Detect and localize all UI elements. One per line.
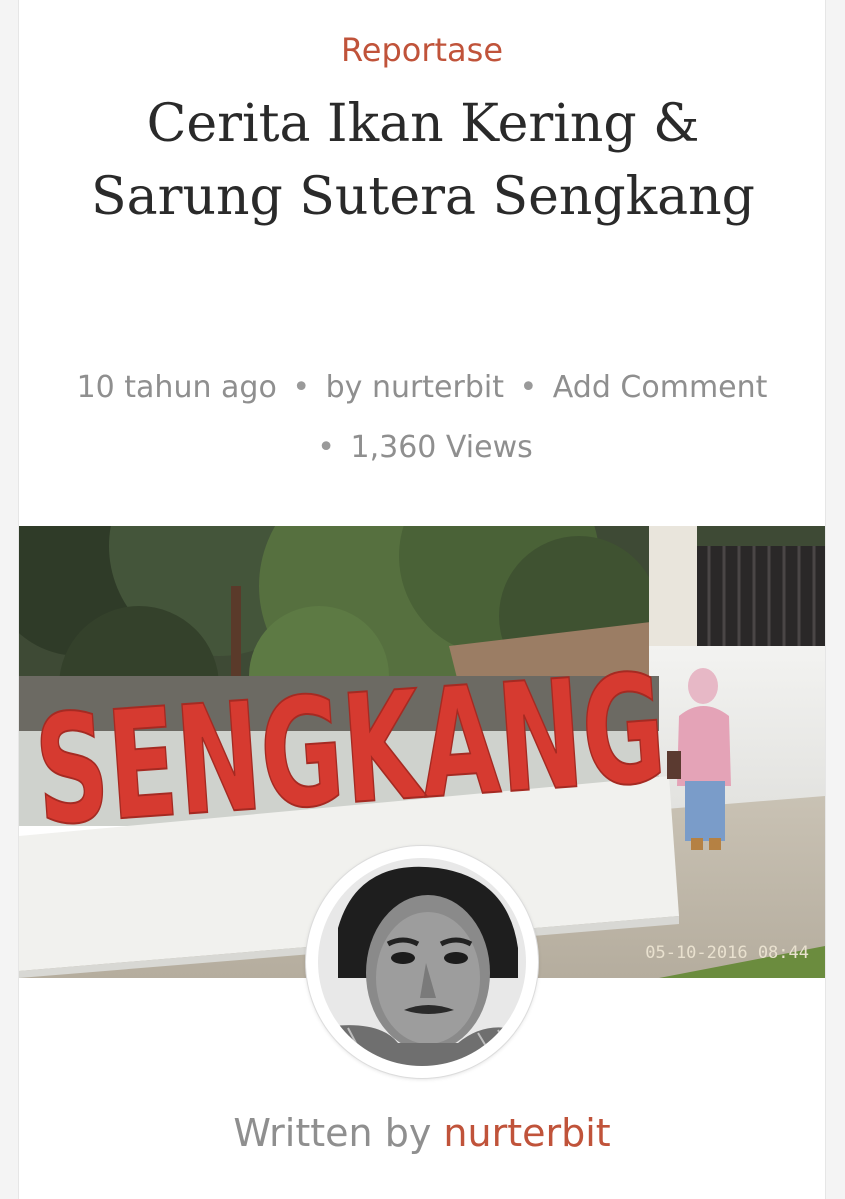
photo-timestamp: 05-10-2016 08:44	[645, 943, 809, 963]
author-byline: Written by nurterbit	[19, 1108, 825, 1158]
post-card: Reportase Cerita Ikan Kering & Sarung Su…	[18, 0, 826, 1199]
post-author-link[interactable]: nurterbit	[372, 370, 504, 405]
author-avatar[interactable]	[306, 846, 538, 1078]
post-time: 10 tahun ago	[76, 370, 277, 405]
author-byline-prefix: Written by	[233, 1111, 432, 1155]
meta-separator: •	[292, 370, 311, 405]
post-title: Cerita Ikan Kering & Sarung Sutera Sengk…	[91, 94, 755, 227]
add-comment-link[interactable]: Add Comment	[553, 370, 768, 405]
author-byline-link[interactable]: nurterbit	[443, 1111, 610, 1155]
post-author-prefix: by	[325, 370, 363, 405]
meta-separator: •	[317, 430, 335, 465]
post-meta: 10 tahun ago • by nurterbit • Add Commen…	[19, 358, 825, 478]
meta-separator: •	[519, 370, 538, 405]
post-views-count: 1,360 Views	[350, 430, 533, 465]
post-category-link[interactable]: Reportase	[19, 30, 825, 70]
